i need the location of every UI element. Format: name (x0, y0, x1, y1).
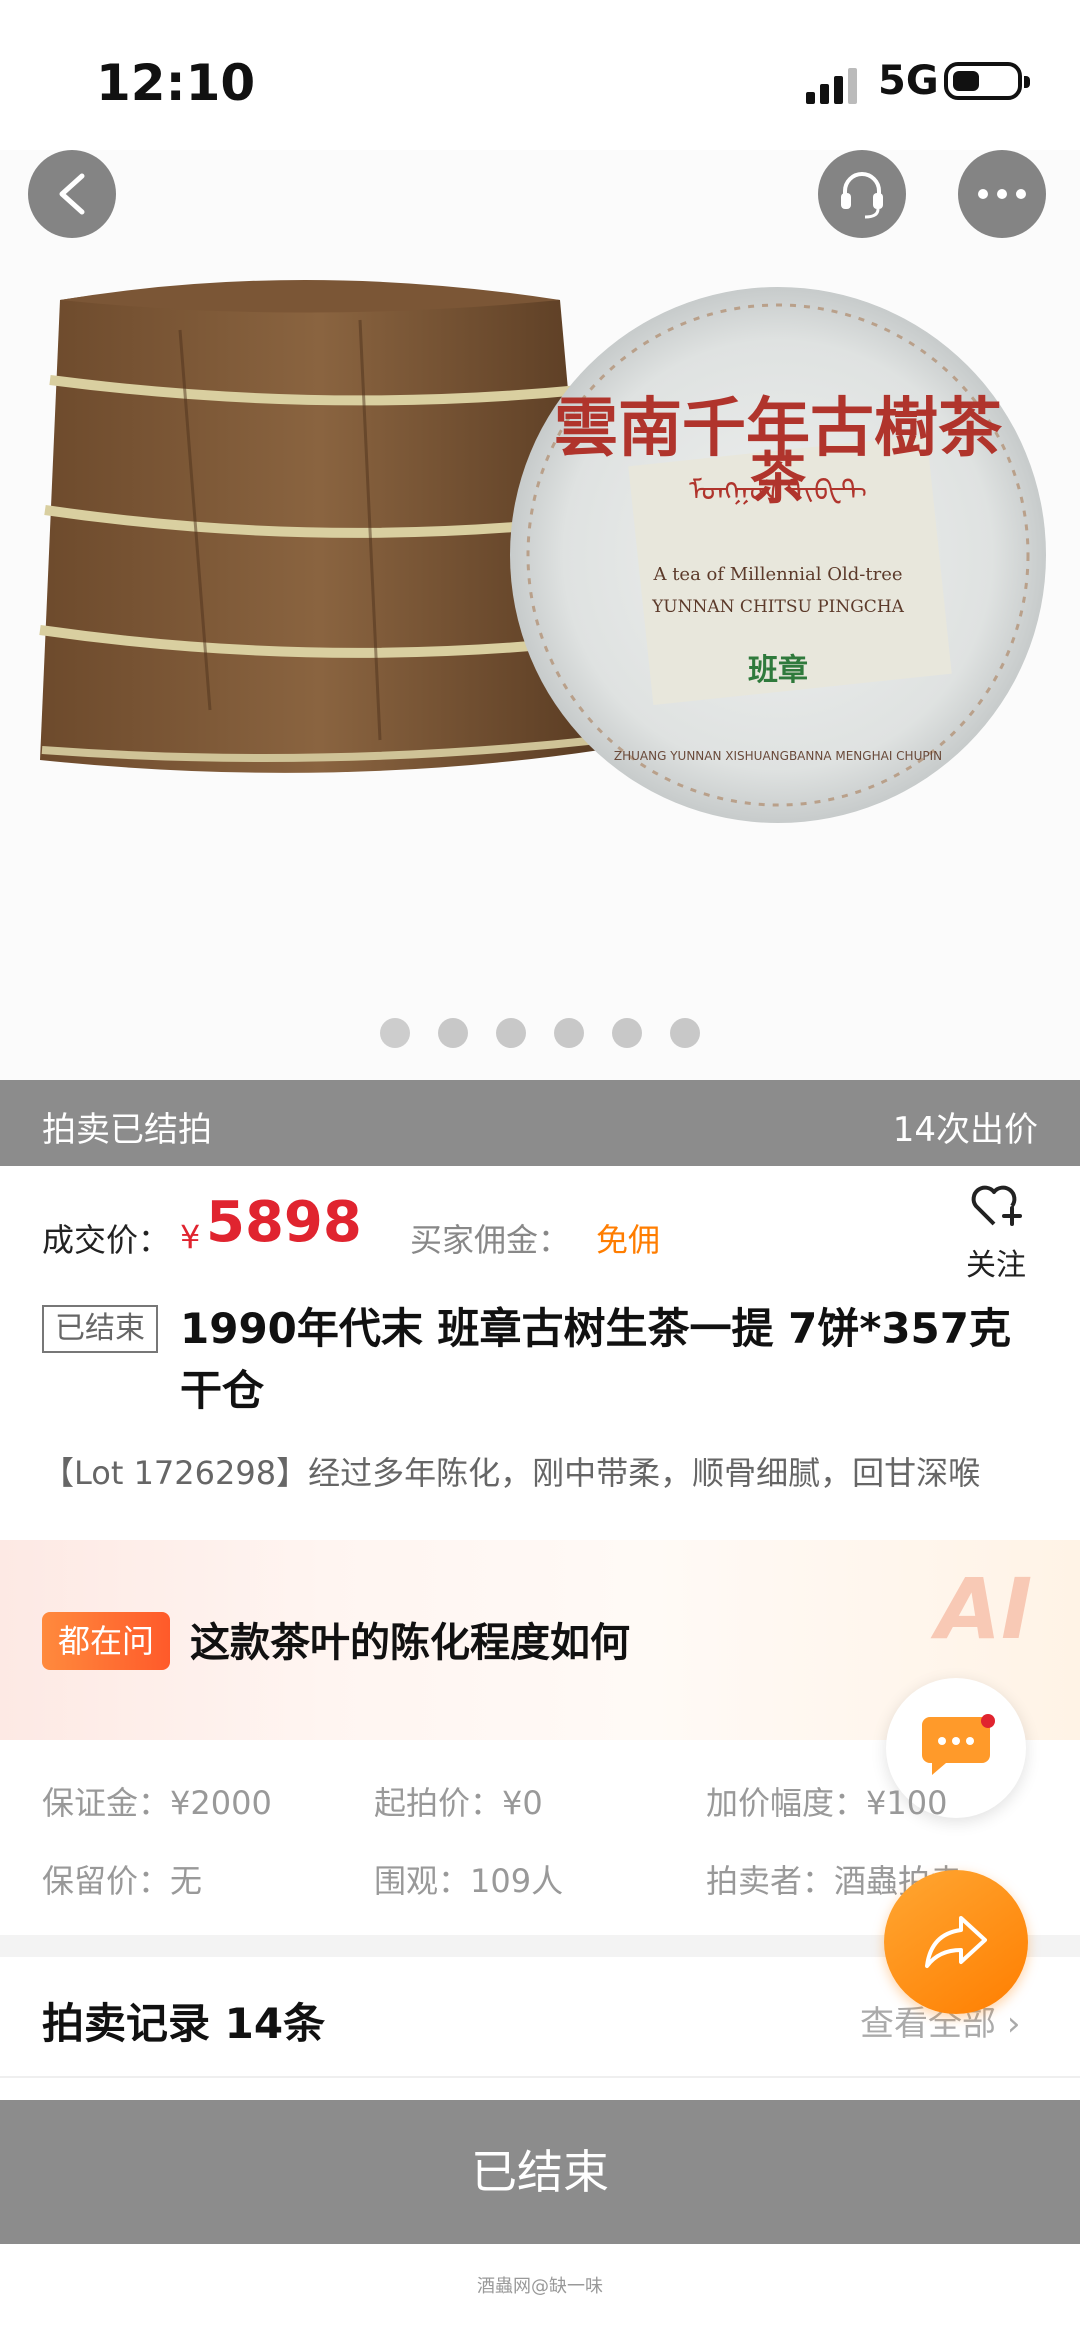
deposit-value: ¥2000 (170, 1784, 272, 1822)
cake-en-line1: A tea of Millennial Old-tree (652, 564, 902, 585)
more-button[interactable] (958, 150, 1046, 238)
ask-badge: 都在问 (42, 1612, 170, 1670)
headset-icon (841, 172, 883, 219)
ask-question[interactable]: 这款茶叶的陈化程度如何 (190, 1610, 630, 1668)
chevron-right-icon: › (1006, 2004, 1021, 2044)
final-price: 5898 (206, 1190, 362, 1255)
status-time: 12:10 (96, 54, 256, 112)
watermark: 酒蟲网@缺一味 (477, 2276, 603, 2297)
carousel-dot[interactable] (496, 1018, 526, 1048)
auction-status-bar: 拍卖已结拍 14次出价 (0, 1080, 1080, 1166)
cake-stamp: 班章 (748, 653, 808, 688)
reserve-price-info: 保留价：无 (42, 1856, 202, 1902)
share-button[interactable] (884, 1870, 1028, 2014)
cake-en-line2: YUNNAN CHITSU PINGCHA (651, 597, 905, 617)
ended-tag: 已结束 (42, 1305, 158, 1353)
divider (0, 2076, 1080, 2078)
more-dots-icon (978, 189, 1026, 199)
increment-value: ¥100 (866, 1784, 948, 1822)
back-button[interactable] (28, 150, 116, 238)
follow-button[interactable] (956, 1180, 1036, 1234)
watchers-info: 围观：109人 (374, 1856, 563, 1902)
deposit-info: 保证金：¥2000 (42, 1778, 272, 1824)
watchers-value: 109人 (470, 1862, 564, 1900)
chat-icon (922, 1714, 995, 1775)
commission-label: 买家佣金： (410, 1221, 571, 1259)
lot-title: 1990年代末 班章古树生茶一提 7饼*357克 干仓 (180, 1304, 1011, 1415)
product-illustration: 雲南千年古樹茶 ᠮᠣᠩᠭᠣᠯ ᠲᠢᠪᠧᠲ 茶 A tea of Millenni… (39, 280, 1046, 823)
carousel-dot[interactable] (612, 1018, 642, 1048)
currency-symbol: ¥ (180, 1218, 201, 1256)
watchers-label: 围观： (374, 1862, 471, 1900)
heart-plus-icon (971, 1185, 1022, 1226)
reserve-price-label: 保留价： (42, 1862, 171, 1900)
carousel-indicator (0, 1018, 1080, 1048)
cake-center-char: 茶 (750, 446, 806, 512)
network-label: 5G (878, 58, 939, 104)
carousel-dot[interactable] (554, 1018, 584, 1048)
cake-rim-text: ZHUANG YUNNAN XISHUANGBANNA MENGHAI CHUP… (614, 749, 942, 763)
starting-price-value: ¥0 (502, 1784, 543, 1822)
ended-button[interactable]: 已结束 (0, 2100, 1080, 2244)
battery-icon (944, 62, 1030, 100)
carousel-dot[interactable] (380, 1018, 410, 1048)
carousel-dot[interactable] (438, 1018, 468, 1048)
product-image[interactable]: 雲南千年古樹茶 ᠮᠣᠩᠭᠣᠯ ᠲᠢᠪᠧᠲ 茶 A tea of Millenni… (0, 150, 1080, 1080)
ai-badge: AI (936, 1560, 1033, 1658)
increment-info: 加价幅度：¥100 (706, 1778, 947, 1824)
follow-label[interactable]: 关注 (956, 1240, 1036, 1284)
final-price-label: 成交价： (42, 1221, 171, 1259)
seller-label: 拍卖者： (706, 1862, 835, 1900)
starting-price-info: 起拍价：¥0 (374, 1778, 543, 1824)
customer-service-button[interactable] (818, 150, 906, 238)
carousel-dot[interactable] (670, 1018, 700, 1048)
chevron-left-icon (59, 173, 85, 215)
starting-price-label: 起拍价： (374, 1784, 503, 1822)
bid-count[interactable]: 14次出价 (893, 1102, 1038, 1151)
status-bar: 12:10 5G (0, 0, 1080, 140)
reserve-price-value: 无 (170, 1862, 203, 1900)
increment-label: 加价幅度： (706, 1784, 867, 1822)
deposit-label: 保证金： (42, 1784, 171, 1822)
commission-value: 免佣 (596, 1221, 661, 1259)
share-arrow-icon (925, 1916, 987, 1968)
signal-icon (806, 68, 857, 104)
auction-status: 拍卖已结拍 (42, 1110, 212, 1150)
lot-description: 【Lot 1726298】经过多年陈化，刚中带柔，顺骨细腻，回甘深喉 (42, 1454, 981, 1492)
auction-records-title: 拍卖记录 14条 (42, 1999, 326, 2048)
